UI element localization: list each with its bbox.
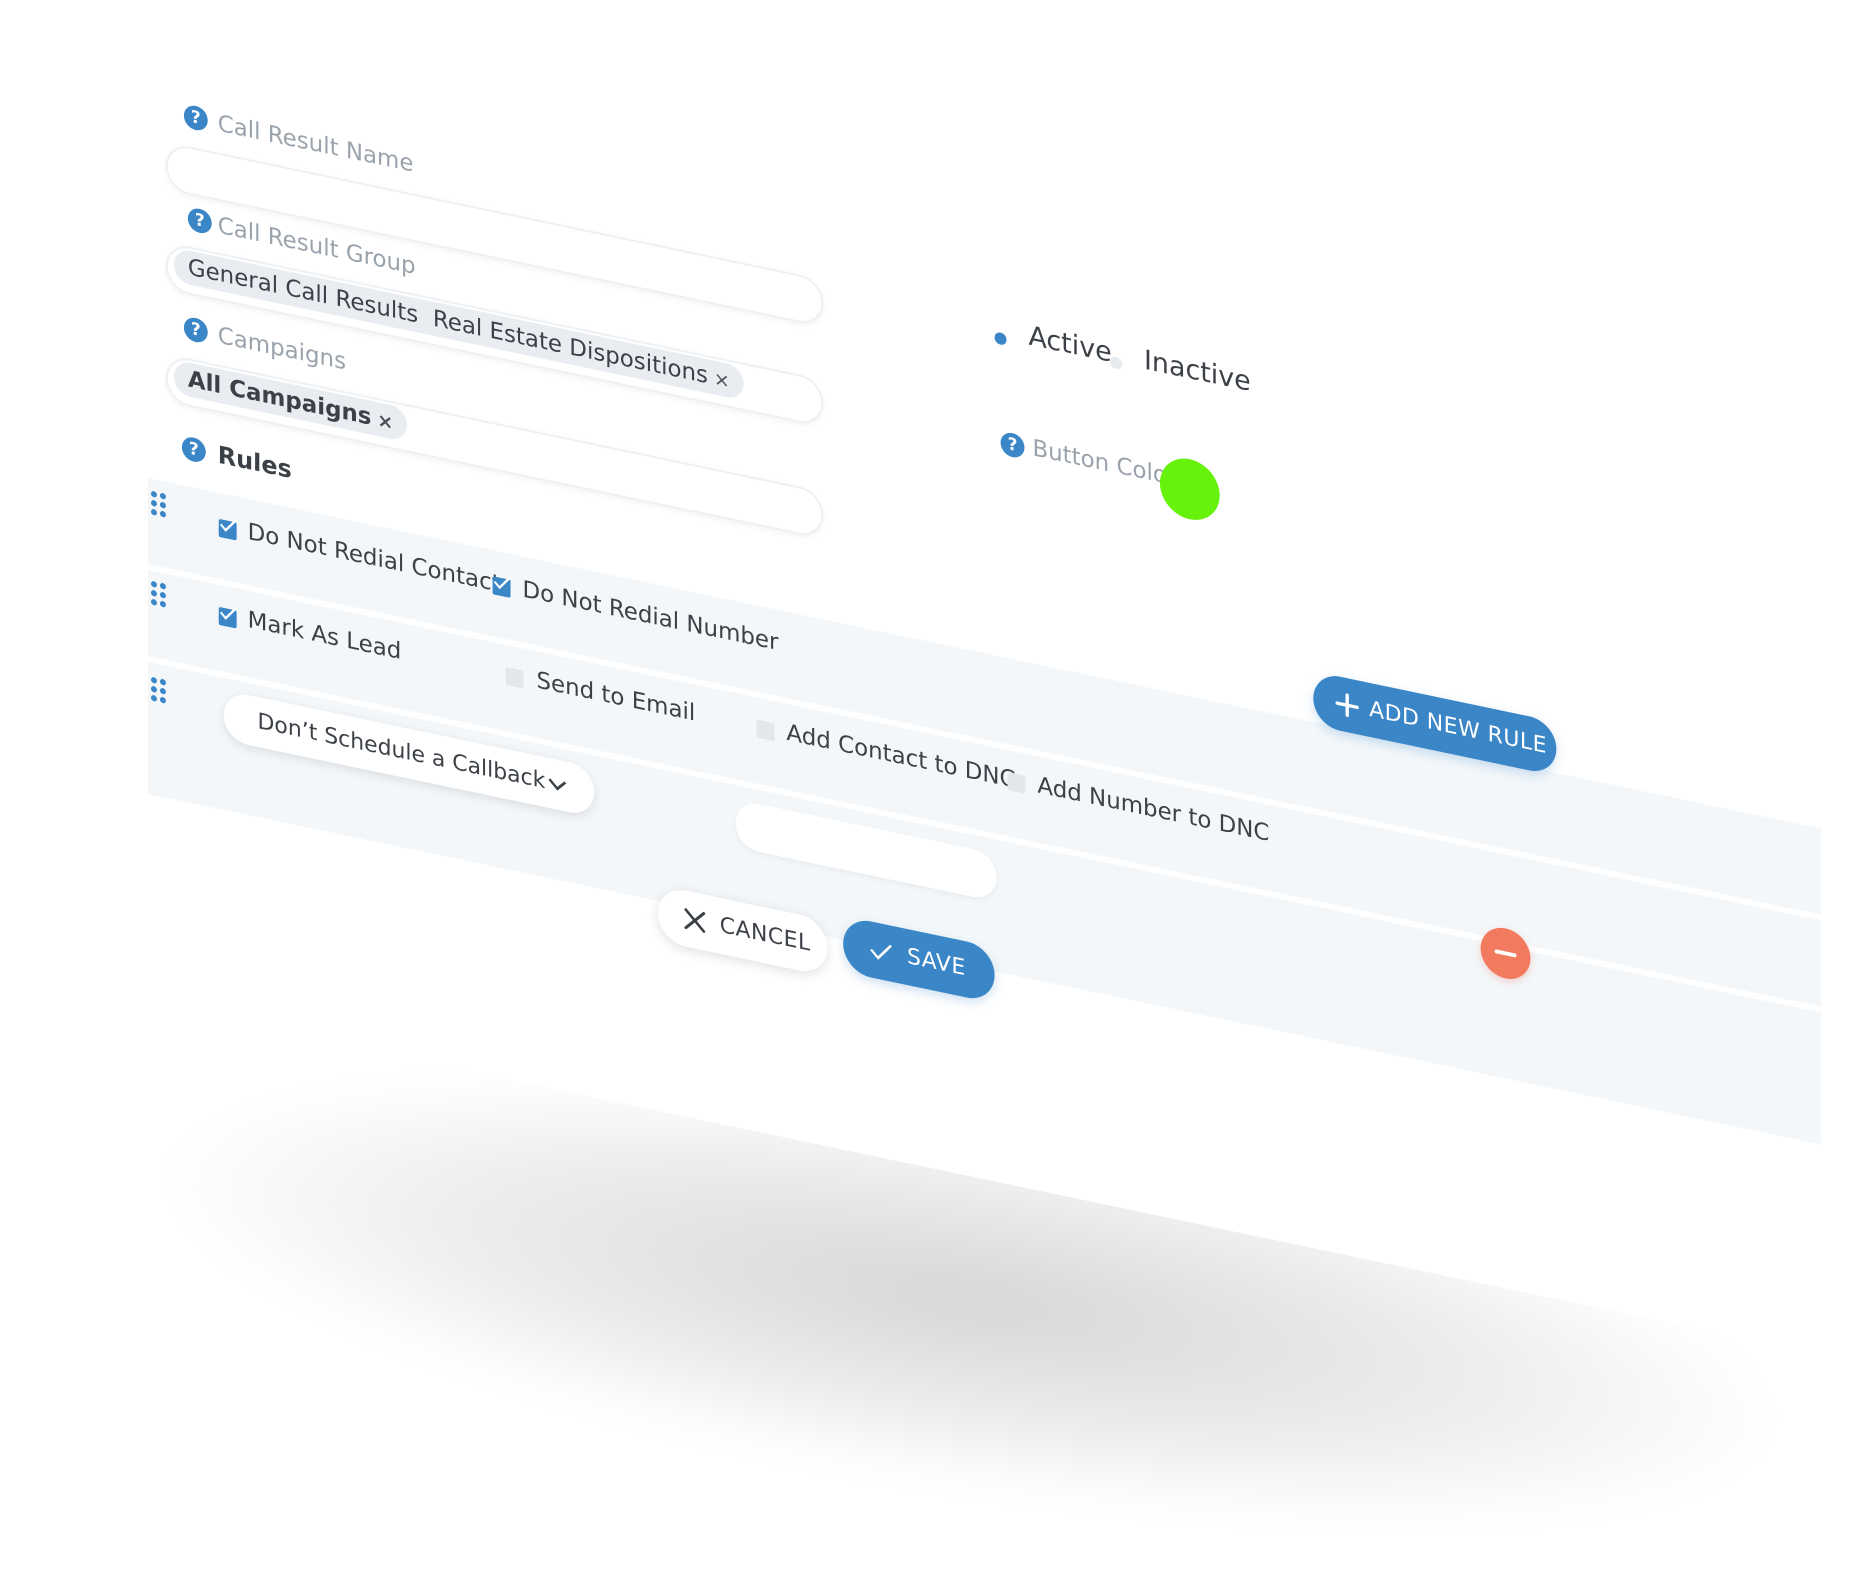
chip-all-campaigns: All Campaigns × (173, 359, 408, 443)
do-not-redial-number-checkbox[interactable] (492, 576, 512, 598)
chip-remove-icon[interactable]: × (377, 409, 393, 434)
radio-active[interactable] (994, 331, 1007, 346)
drag-handle-icon[interactable] (150, 676, 169, 707)
button-color-label: Button Color (1032, 435, 1177, 492)
campaigns-label: Campaigns (217, 322, 347, 376)
close-icon (684, 908, 706, 933)
check-icon (870, 944, 892, 960)
send-to-email-label[interactable]: Send to Email (536, 667, 695, 726)
call-result-name-help-icon[interactable]: ? (183, 103, 208, 133)
stage: ? Call Result Name ? Call Result Group G… (0, 0, 1863, 1578)
rules-help-icon[interactable]: ? (181, 435, 206, 465)
mark-as-lead-checkbox[interactable] (218, 606, 238, 629)
send-to-email-checkbox[interactable] (505, 666, 524, 689)
drag-handle-icon[interactable] (150, 580, 169, 611)
mark-as-lead-label[interactable]: Mark As Lead (248, 607, 402, 665)
button-color-help-icon[interactable]: ? (1000, 430, 1025, 460)
add-number-to-dnc-checkbox[interactable] (1007, 772, 1026, 794)
do-not-redial-contact-label[interactable]: Do Not Redial Contact (248, 519, 501, 598)
button-color-swatch[interactable] (1159, 453, 1220, 526)
save-label: SAVE (906, 944, 966, 982)
radio-inactive[interactable] (1110, 355, 1123, 371)
do-not-redial-contact-checkbox[interactable] (218, 518, 238, 541)
call-result-group-help-icon[interactable]: ? (187, 206, 212, 236)
campaigns-help-icon[interactable]: ? (183, 315, 208, 345)
radio-inactive-label[interactable]: Inactive (1144, 345, 1251, 398)
do-not-redial-number-label[interactable]: Do Not Redial Number (522, 576, 778, 656)
drag-handle-icon[interactable] (150, 490, 169, 521)
add-contact-to-dnc-checkbox[interactable] (756, 719, 775, 742)
plus-icon (1335, 693, 1359, 717)
chevron-down-icon (548, 778, 567, 791)
minus-icon (1494, 949, 1517, 958)
check-icon (219, 518, 238, 532)
radio-active-label[interactable]: Active (1028, 320, 1111, 368)
check-icon (219, 606, 238, 620)
chip-remove-icon[interactable]: × (714, 368, 730, 393)
rules-heading: Rules (217, 440, 292, 485)
check-icon (493, 576, 512, 590)
cancel-label: CANCEL (719, 912, 811, 957)
